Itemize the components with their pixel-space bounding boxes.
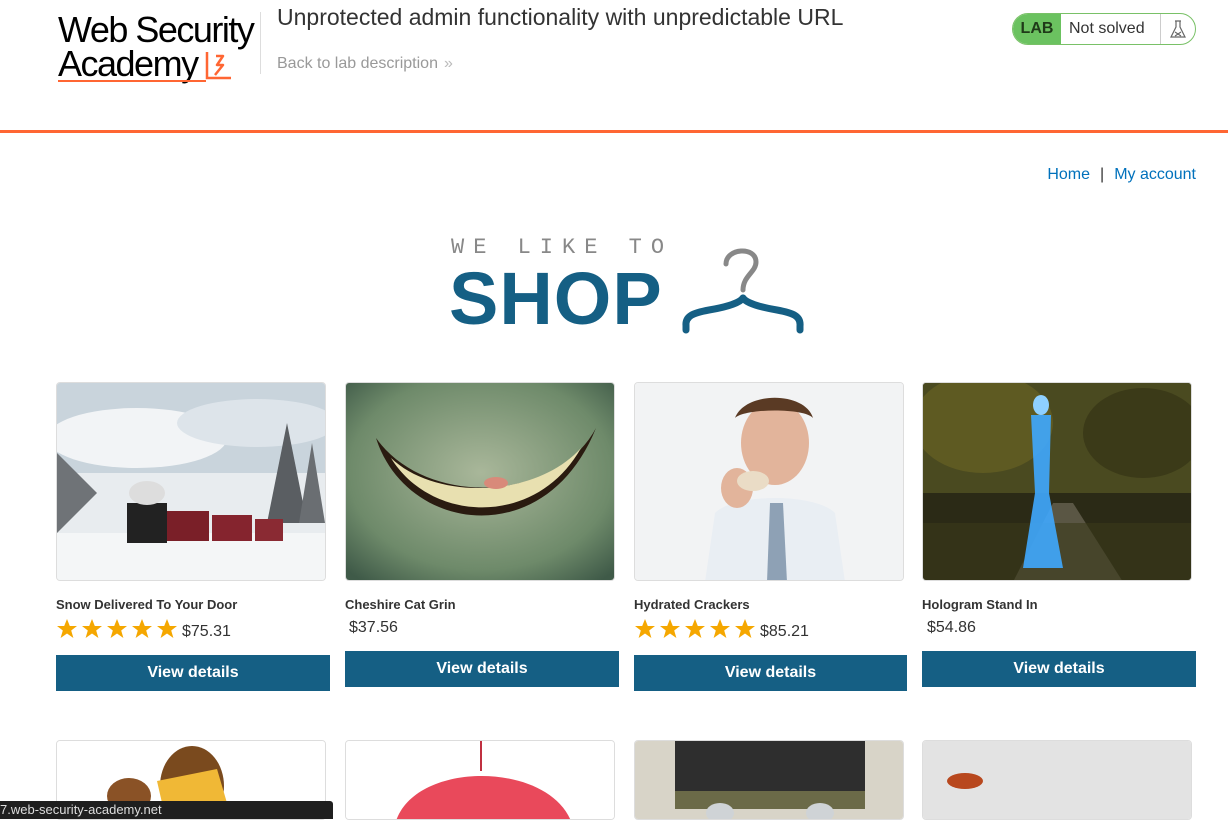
rating-stars: [57, 619, 177, 638]
product-image-hydrated-crackers[interactable]: [634, 382, 904, 581]
product-card: Hydrated Crackers $85.21 View details: [634, 382, 908, 692]
logo-underline: [58, 80, 206, 82]
product-image-belt-cans[interactable]: [634, 740, 904, 820]
product-image-leaf[interactable]: [922, 740, 1192, 820]
lab-status-text: Not solved: [1069, 20, 1145, 37]
product-name: Snow Delivered To Your Door: [56, 597, 238, 612]
product-price: $75.31: [182, 623, 231, 640]
logo-bolt-icon: [205, 52, 231, 80]
product-name: Hologram Stand In: [922, 597, 1038, 612]
flask-icon: [1160, 14, 1195, 44]
web-security-academy-logo[interactable]: Web Security Academy: [58, 10, 258, 84]
back-link-label: Back to lab description: [277, 55, 438, 72]
product-name: Cheshire Cat Grin: [345, 597, 456, 612]
lab-title: Unprotected admin functionality with unp…: [277, 4, 844, 30]
view-details-button[interactable]: View details: [634, 655, 907, 691]
product-name: Hydrated Crackers: [634, 597, 750, 612]
browser-status-bar: 7.web-security-academy.net: [0, 801, 333, 819]
product-image-snow-train[interactable]: [56, 382, 326, 581]
product-price: $85.21: [760, 623, 809, 640]
view-details-button[interactable]: View details: [345, 651, 619, 687]
header-divider: [260, 12, 261, 74]
home-link[interactable]: Home: [1047, 166, 1090, 183]
top-navigation: Home | My account: [1047, 166, 1196, 184]
product-price: $54.86: [927, 619, 976, 636]
product-image-hologram[interactable]: [922, 382, 1192, 581]
view-details-button[interactable]: View details: [922, 651, 1196, 687]
lab-badge: LAB: [1013, 14, 1061, 44]
logo-line2: Academy: [58, 43, 199, 84]
product-image-cheshire-grin[interactable]: [345, 382, 615, 581]
view-details-button[interactable]: View details: [56, 655, 330, 691]
product-card: Snow Delivered To Your Door $75.31 View …: [56, 382, 330, 692]
nav-separator: |: [1100, 166, 1105, 183]
rating-stars: [635, 619, 755, 638]
product-card: Cheshire Cat Grin $37.56 View details: [345, 382, 619, 692]
my-account-link[interactable]: My account: [1114, 166, 1196, 183]
double-chevron-right-icon: »: [443, 55, 453, 72]
we-like-to-shop-banner: WE LIKE TO SHOP: [449, 232, 809, 340]
lab-header: Web Security Academy Unprotected admin f…: [0, 0, 1228, 133]
hanger-icon: [682, 248, 804, 334]
product-image-umbrella[interactable]: [345, 740, 615, 820]
back-to-lab-description-link[interactable]: Back to lab description »: [277, 55, 453, 73]
banner-title: SHOP: [449, 257, 663, 340]
product-price: $37.56: [349, 619, 398, 636]
product-card: Hologram Stand In $54.86 View details: [922, 382, 1196, 692]
lab-status-widget: LAB Not solved: [1012, 13, 1196, 45]
